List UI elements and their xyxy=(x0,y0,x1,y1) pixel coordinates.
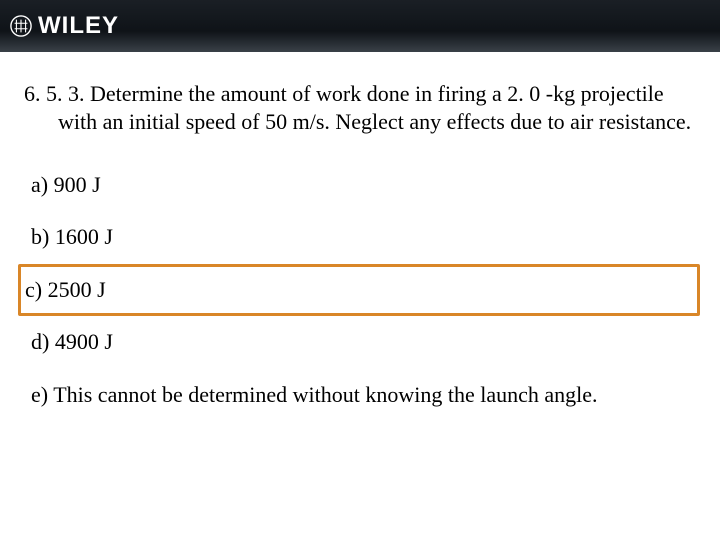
brand-logo: WILEY xyxy=(10,12,119,40)
slide-content: 6. 5. 3. Determine the amount of work do… xyxy=(0,52,720,421)
option-e[interactable]: e) This cannot be determined without kno… xyxy=(24,369,698,421)
option-d[interactable]: d) 4900 J xyxy=(24,316,698,368)
slide-header: WILEY xyxy=(0,0,720,52)
answer-options: a) 900 J b) 1600 J c) 2500 J d) 4900 J e… xyxy=(24,159,698,421)
option-c[interactable]: c) 2500 J xyxy=(18,264,700,316)
question-text: 6. 5. 3. Determine the amount of work do… xyxy=(24,80,698,135)
wiley-logo-icon xyxy=(10,15,32,37)
question-number: 6. 5. 3. xyxy=(24,81,85,106)
option-b[interactable]: b) 1600 J xyxy=(24,211,698,263)
option-a[interactable]: a) 900 J xyxy=(24,159,698,211)
question-body: Determine the amount of work done in fir… xyxy=(58,81,691,134)
brand-name: WILEY xyxy=(38,12,119,40)
